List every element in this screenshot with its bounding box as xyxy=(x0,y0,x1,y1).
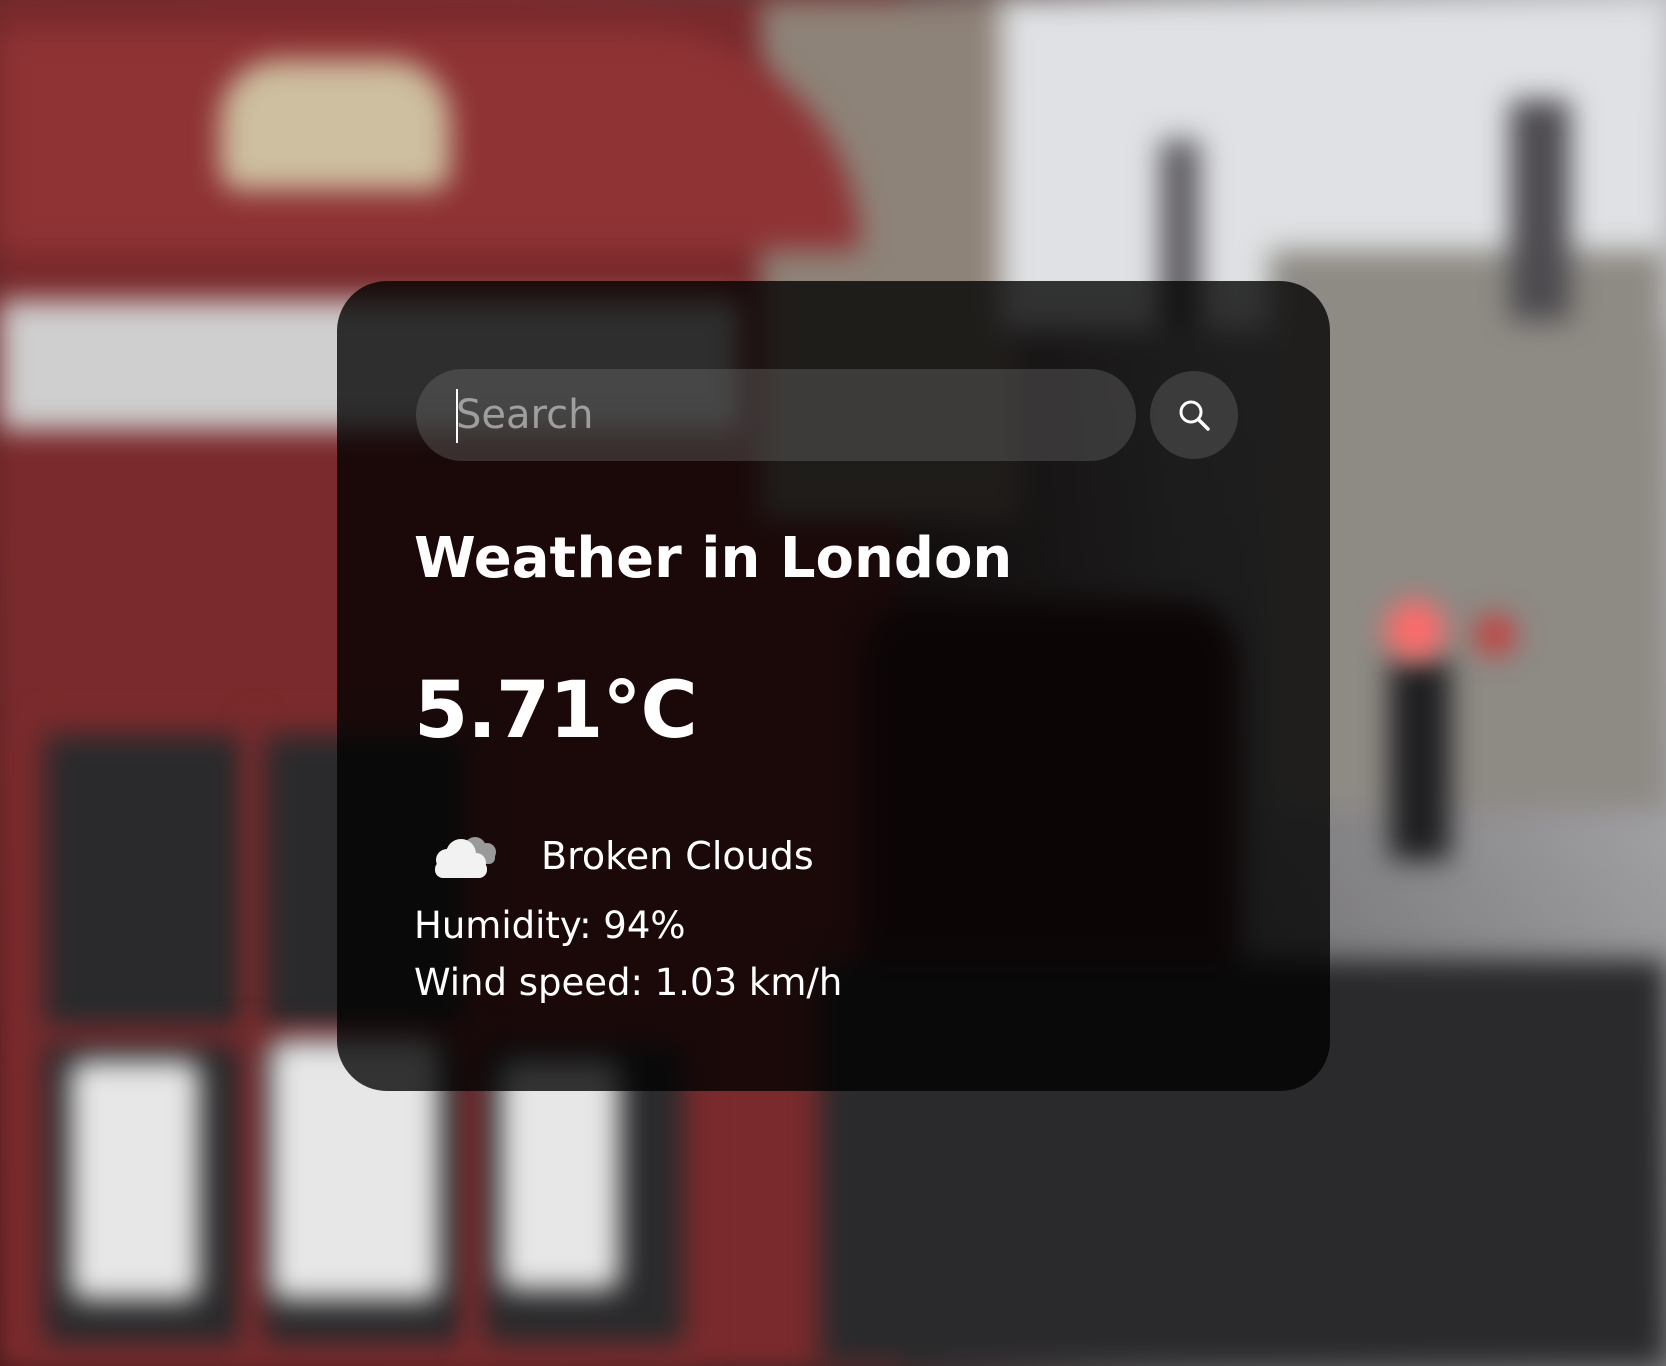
search-button[interactable] xyxy=(1150,371,1238,459)
search-icon xyxy=(1179,400,1210,431)
text-caret xyxy=(456,389,458,443)
sticker-shape xyxy=(70,1060,200,1300)
traffic-light-shape xyxy=(1385,600,1445,660)
wind-speed-text: Wind speed: 1.03 km/h xyxy=(414,961,843,1004)
search-bar xyxy=(416,369,1238,461)
search-input[interactable] xyxy=(416,369,1136,461)
traffic-light-pole-shape xyxy=(1390,660,1450,860)
booth-window-shape xyxy=(30,720,258,1048)
traffic-light-shape xyxy=(1475,615,1515,655)
humidity-text: Humidity: 94% xyxy=(414,904,686,947)
weather-description: Broken Clouds xyxy=(541,834,814,878)
crown-shape xyxy=(220,60,450,190)
sticker-shape xyxy=(500,1060,620,1290)
city-title: Weather in London xyxy=(414,526,1013,591)
broken-clouds-icon xyxy=(435,837,496,878)
weather-card: Weather in London 5.71°C Broken Clouds H… xyxy=(337,281,1330,1091)
weather-description-row: Broken Clouds xyxy=(425,821,814,891)
spire-shape xyxy=(1510,100,1570,320)
temperature-value: 5.71°C xyxy=(414,666,698,756)
